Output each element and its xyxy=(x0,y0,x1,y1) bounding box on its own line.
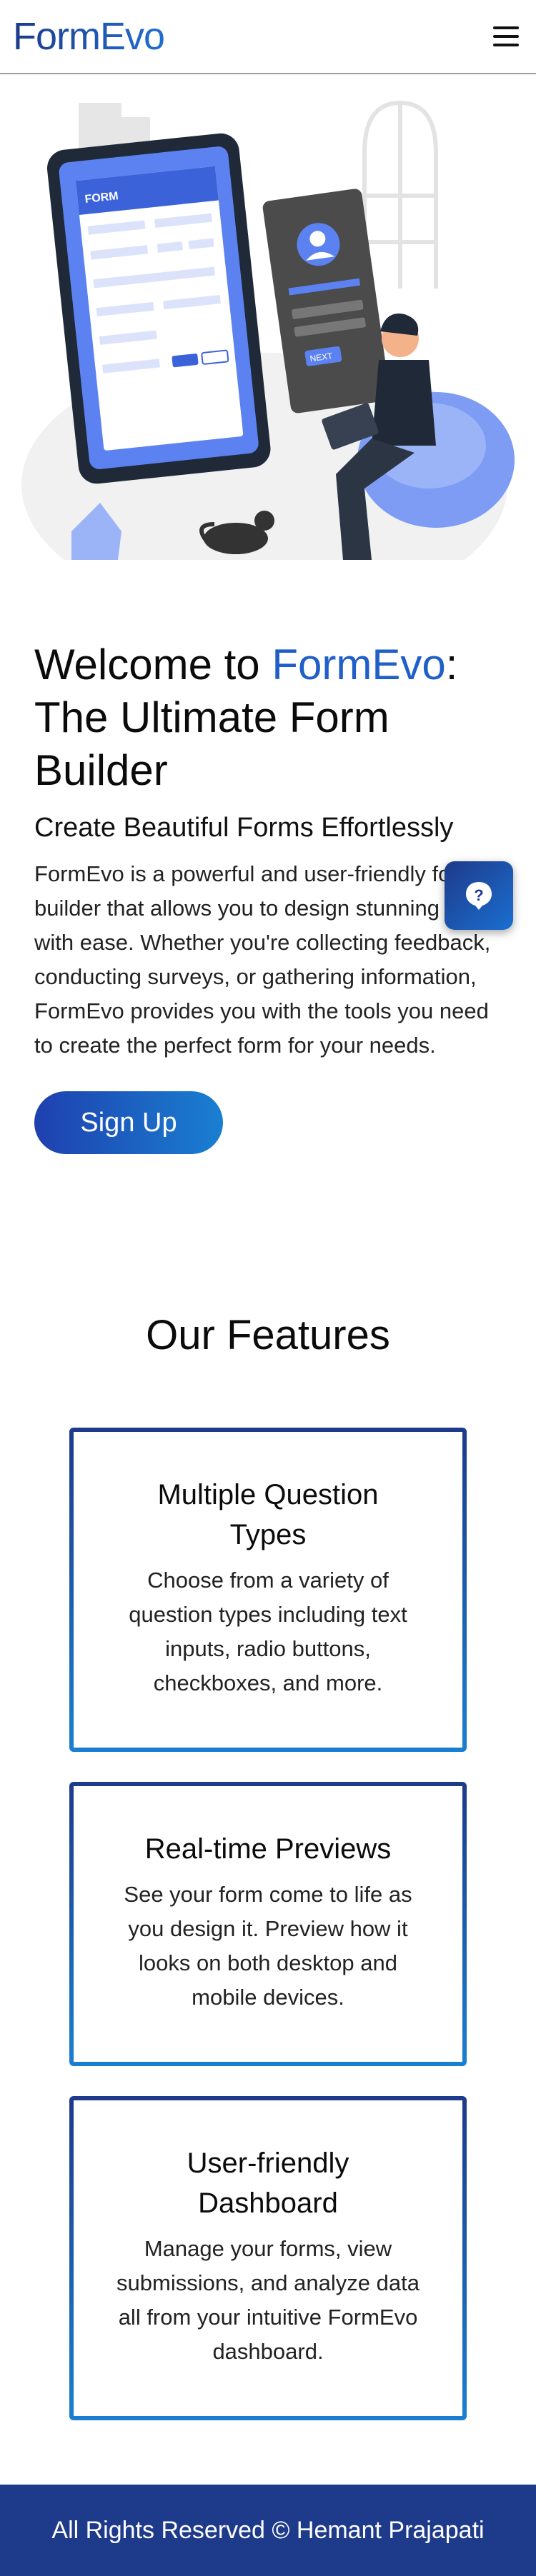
brand-logo[interactable]: FormEvo xyxy=(13,14,165,59)
hero-title-brand: FormEvo xyxy=(272,641,446,688)
hero-illustration: FORM NEXT xyxy=(21,100,515,560)
hero-title: Welcome to FormEvo: The Ultimate Form Bu… xyxy=(34,641,458,794)
feature-card: User-friendly Dashboard Manage your form… xyxy=(69,2096,467,2420)
feature-description: See your form come to life as you design… xyxy=(124,1882,412,2010)
feature-card: Multiple Question Types Choose from a va… xyxy=(69,1428,467,1752)
help-question-icon: ? xyxy=(466,882,492,910)
site-footer: All Rights Reserved © Hemant Prajapati xyxy=(0,2485,536,2576)
hero-subtitle: Create Beautiful Forms Effortlessly xyxy=(34,813,454,843)
feature-description: Choose from a variety of question types … xyxy=(129,1568,407,1695)
features-title: Our Features xyxy=(146,1312,390,1358)
features-list: Multiple Question Types Choose from a va… xyxy=(0,1428,536,2420)
sign-up-button[interactable]: Sign Up xyxy=(34,1091,223,1154)
hero-description: FormEvo is a powerful and user-friendly … xyxy=(34,861,502,1058)
feature-title: Real-time Previews xyxy=(144,1833,392,1865)
feature-title: User-friendly Dashboard xyxy=(187,2147,349,2219)
svg-text:?: ? xyxy=(474,886,483,904)
feature-description: Manage your forms, view submissions, and… xyxy=(116,2236,420,2364)
site-header: FormEvo xyxy=(0,0,536,74)
feature-title: Multiple Question Types xyxy=(157,1479,379,1550)
hamburger-menu-button[interactable] xyxy=(490,22,522,51)
help-button[interactable]: ? xyxy=(445,861,513,930)
feature-card: Real-time Previews See your form come to… xyxy=(69,1782,467,2066)
hamburger-icon xyxy=(493,26,519,29)
footer-copyright: All Rights Reserved © Hemant Prajapati xyxy=(51,2516,485,2544)
